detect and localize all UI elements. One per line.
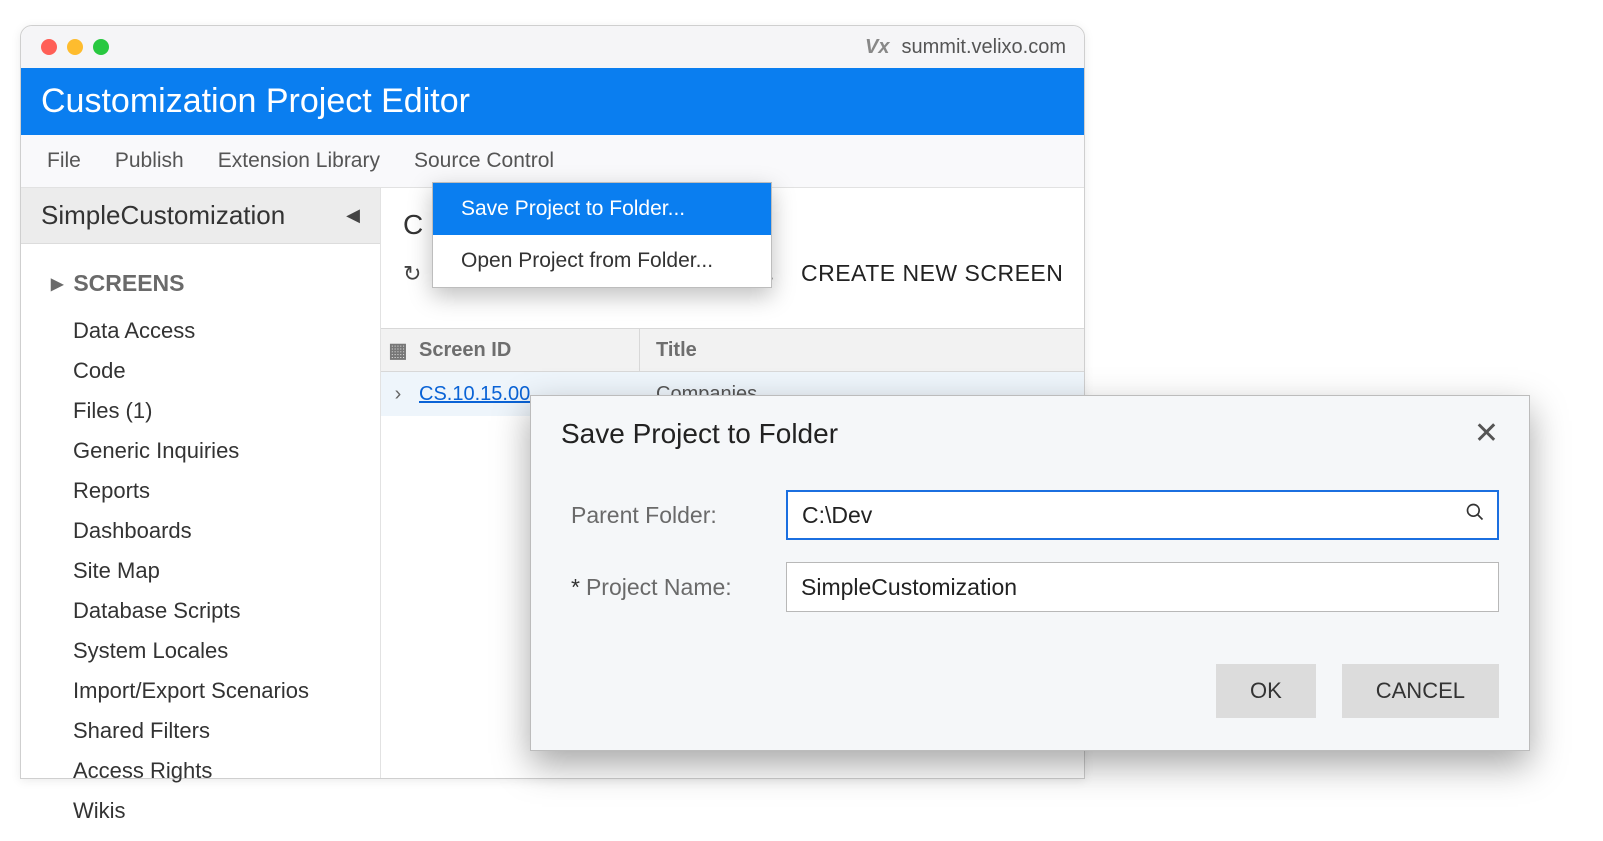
brand-label: Vx — [865, 36, 889, 59]
minimize-window-button[interactable] — [67, 39, 83, 55]
sidebar-item-data-access[interactable]: Data Access — [51, 311, 370, 351]
page-title: Customization Project Editor — [21, 68, 1084, 135]
refresh-icon[interactable]: ↻ — [403, 261, 421, 287]
sidebar-item-code[interactable]: Code — [51, 351, 370, 391]
parent-folder-input-wrap — [786, 490, 1499, 540]
parent-folder-row: Parent Folder: — [571, 490, 1499, 540]
tree-header-label: SCREENS — [73, 270, 184, 297]
sidebar-item-import-export[interactable]: Import/Export Scenarios — [51, 671, 370, 711]
sidebar-item-site-map[interactable]: Site Map — [51, 551, 370, 591]
cancel-button[interactable]: CANCEL — [1342, 664, 1499, 718]
th-screen-id[interactable]: Screen ID — [415, 329, 640, 371]
tree-header-screens[interactable]: ▶ SCREENS — [51, 270, 370, 297]
ok-button[interactable]: OK — [1216, 664, 1316, 718]
project-name-label: *Project Name: — [571, 574, 786, 601]
table-header: ▦ Screen ID Title — [381, 328, 1084, 372]
sidebar-item-generic-inquiries[interactable]: Generic Inquiries — [51, 431, 370, 471]
partial-heading: C — [403, 209, 423, 241]
menu-bar: File Publish Extension Library Source Co… — [21, 135, 1084, 188]
menu-source-control[interactable]: Source Control — [414, 149, 554, 173]
sidebar-item-files[interactable]: Files (1) — [51, 391, 370, 431]
traffic-lights — [41, 39, 109, 55]
dialog-buttons: OK CANCEL — [531, 644, 1529, 742]
menu-save-project-to-folder[interactable]: Save Project to Folder... — [433, 183, 771, 235]
dialog-title: Save Project to Folder — [561, 418, 838, 450]
project-name-label: SimpleCustomization — [41, 200, 285, 231]
sidebar-item-wikis[interactable]: Wikis — [51, 791, 370, 831]
menu-file[interactable]: File — [47, 149, 81, 173]
sidebar-item-reports[interactable]: Reports — [51, 471, 370, 511]
source-control-dropdown: Save Project to Folder... Open Project f… — [432, 182, 772, 288]
macos-titlebar: Vx summit.velixo.com — [21, 26, 1084, 68]
create-new-screen-button[interactable]: CREATE NEW SCREEN — [801, 260, 1063, 287]
row-caret-icon: › — [381, 383, 415, 406]
nav-tree: ▶ SCREENS Data Access Code Files (1) Gen… — [21, 244, 380, 841]
sidebar-item-shared-filters[interactable]: Shared Filters — [51, 711, 370, 751]
parent-folder-label: Parent Folder: — [571, 502, 786, 529]
menu-publish[interactable]: Publish — [115, 149, 184, 173]
column-settings-icon[interactable]: ▦ — [381, 338, 415, 363]
sidebar-item-database-scripts[interactable]: Database Scripts — [51, 591, 370, 631]
project-name-input-wrap — [786, 562, 1499, 612]
search-icon[interactable] — [1465, 502, 1485, 528]
address-display: Vx summit.velixo.com — [865, 26, 1066, 68]
project-name-input[interactable] — [786, 562, 1499, 612]
sidebar-item-access-rights[interactable]: Access Rights — [51, 751, 370, 791]
parent-folder-input[interactable] — [786, 490, 1499, 540]
domain-label: summit.velixo.com — [902, 36, 1066, 59]
close-icon[interactable]: ✕ — [1474, 419, 1499, 449]
close-window-button[interactable] — [41, 39, 57, 55]
sidebar: SimpleCustomization ◀ ▶ SCREENS Data Acc… — [21, 188, 381, 778]
project-name-tab[interactable]: SimpleCustomization ◀ — [21, 188, 380, 244]
chevron-right-icon: ▶ — [51, 274, 63, 294]
menu-extension-library[interactable]: Extension Library — [218, 149, 380, 173]
save-project-dialog: Save Project to Folder ✕ Parent Folder: … — [530, 395, 1530, 751]
required-mark: * — [571, 574, 580, 600]
maximize-window-button[interactable] — [93, 39, 109, 55]
collapse-icon: ◀ — [346, 205, 360, 226]
project-name-label-text: Project Name: — [586, 574, 732, 600]
menu-open-project-from-folder[interactable]: Open Project from Folder... — [433, 235, 771, 287]
th-title[interactable]: Title — [640, 339, 697, 362]
dialog-header: Save Project to Folder ✕ — [531, 396, 1529, 460]
sidebar-item-system-locales[interactable]: System Locales — [51, 631, 370, 671]
project-name-row: *Project Name: — [571, 562, 1499, 612]
sidebar-item-dashboards[interactable]: Dashboards — [51, 511, 370, 551]
dialog-body: Parent Folder: *Project Name: — [531, 460, 1529, 644]
